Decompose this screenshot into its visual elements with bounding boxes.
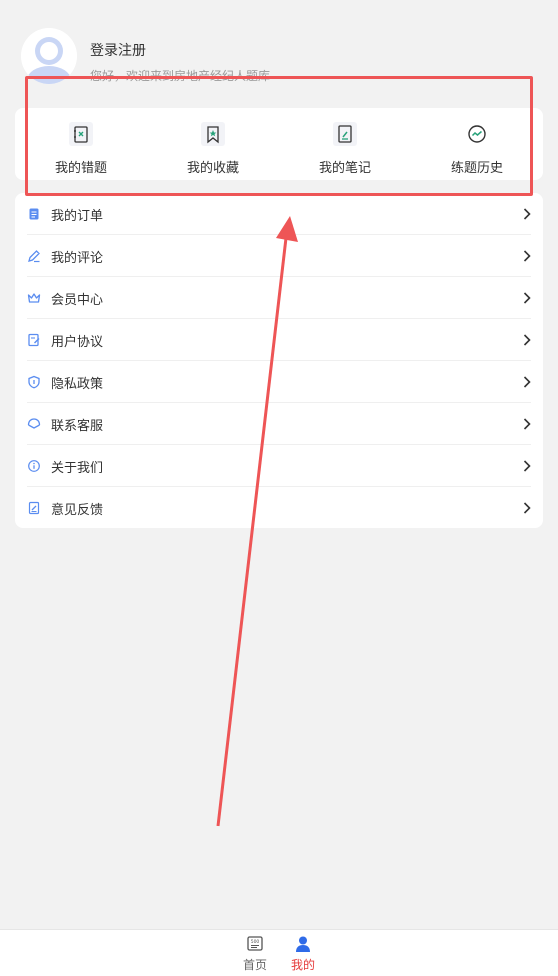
chevron-right-icon	[523, 418, 531, 430]
crown-icon	[27, 293, 41, 303]
comment-pen-icon	[28, 250, 40, 263]
menu-item-customer-service[interactable]: 联系客服	[15, 403, 543, 445]
menu-item-membership[interactable]: 会员中心	[15, 277, 543, 319]
menu-label: 我的评论	[51, 251, 104, 266]
menu-label: 意见反馈	[51, 503, 104, 518]
mine-screen: 登录注册 您好，欢迎来到房地产经纪人题库 我的错题 我的收藏 我的笔记 练题历史…	[0, 0, 558, 976]
chevron-right-icon	[523, 502, 531, 514]
quick-item-favorites[interactable]: 我的收藏	[147, 108, 279, 180]
menu-label: 隐私政策	[51, 377, 104, 392]
customer-service-icon	[27, 418, 41, 429]
tab-mine-label: 我的	[290, 958, 315, 972]
menu-label: 会员中心	[51, 293, 104, 308]
menu-label: 关于我们	[51, 461, 104, 476]
svg-text:500: 500	[251, 939, 260, 945]
tab-home[interactable]: 500 首页	[235, 930, 275, 976]
info-icon	[28, 460, 40, 472]
menu-item-feedback[interactable]: 意见反馈	[15, 487, 543, 529]
tab-home-label: 首页	[242, 958, 267, 972]
chevron-right-icon	[523, 460, 531, 472]
bottom-tab-bar: 500 首页 我的	[0, 929, 558, 976]
shield-icon	[28, 375, 40, 389]
menu-item-privacy-policy[interactable]: 隐私政策	[15, 361, 543, 403]
quick-label: 练题历史	[450, 161, 503, 176]
menu-item-user-agreement[interactable]: 用户协议	[15, 319, 543, 361]
menu-label: 我的订单	[51, 209, 104, 224]
quick-item-wrong-questions[interactable]: 我的错题	[15, 108, 147, 180]
order-document-icon	[29, 208, 39, 220]
profile-header[interactable]: 登录注册 您好，欢迎来到房地产经纪人题库	[0, 0, 558, 110]
quick-label: 我的笔记	[318, 161, 371, 176]
wrong-questions-icon	[69, 122, 93, 146]
settings-menu-list: 我的订单 我的评论 会员中心 用户协议 隐私政策 联系客服 关于我们 意见反馈	[15, 193, 543, 528]
quick-item-history[interactable]: 练题历史	[411, 108, 543, 180]
welcome-text: 您好，欢迎来到房地产经纪人题库	[90, 69, 271, 83]
agreement-icon	[28, 333, 40, 347]
menu-item-about-us[interactable]: 关于我们	[15, 445, 543, 487]
history-chart-icon	[465, 122, 489, 146]
quick-label: 我的错题	[54, 161, 107, 176]
quick-item-notes[interactable]: 我的笔记	[279, 108, 411, 180]
home-book-icon: 500	[247, 936, 263, 951]
feedback-icon	[28, 501, 40, 515]
chevron-right-icon	[523, 376, 531, 388]
menu-item-comments[interactable]: 我的评论	[15, 235, 543, 277]
menu-label: 用户协议	[51, 335, 104, 350]
menu-label: 联系客服	[51, 419, 104, 434]
login-register-link[interactable]: 登录注册	[90, 40, 146, 60]
tab-mine[interactable]: 我的	[283, 930, 323, 976]
chevron-right-icon	[523, 334, 531, 346]
chevron-right-icon	[523, 208, 531, 220]
user-avatar-icon[interactable]	[21, 28, 77, 84]
note-edit-icon	[333, 122, 357, 146]
person-icon	[296, 936, 310, 952]
quick-label: 我的收藏	[186, 161, 239, 176]
chevron-right-icon	[523, 250, 531, 262]
menu-item-orders[interactable]: 我的订单	[15, 193, 543, 235]
quick-actions-card: 我的错题 我的收藏 我的笔记 练题历史	[15, 108, 543, 180]
bookmark-icon	[201, 122, 225, 146]
chevron-right-icon	[523, 292, 531, 304]
